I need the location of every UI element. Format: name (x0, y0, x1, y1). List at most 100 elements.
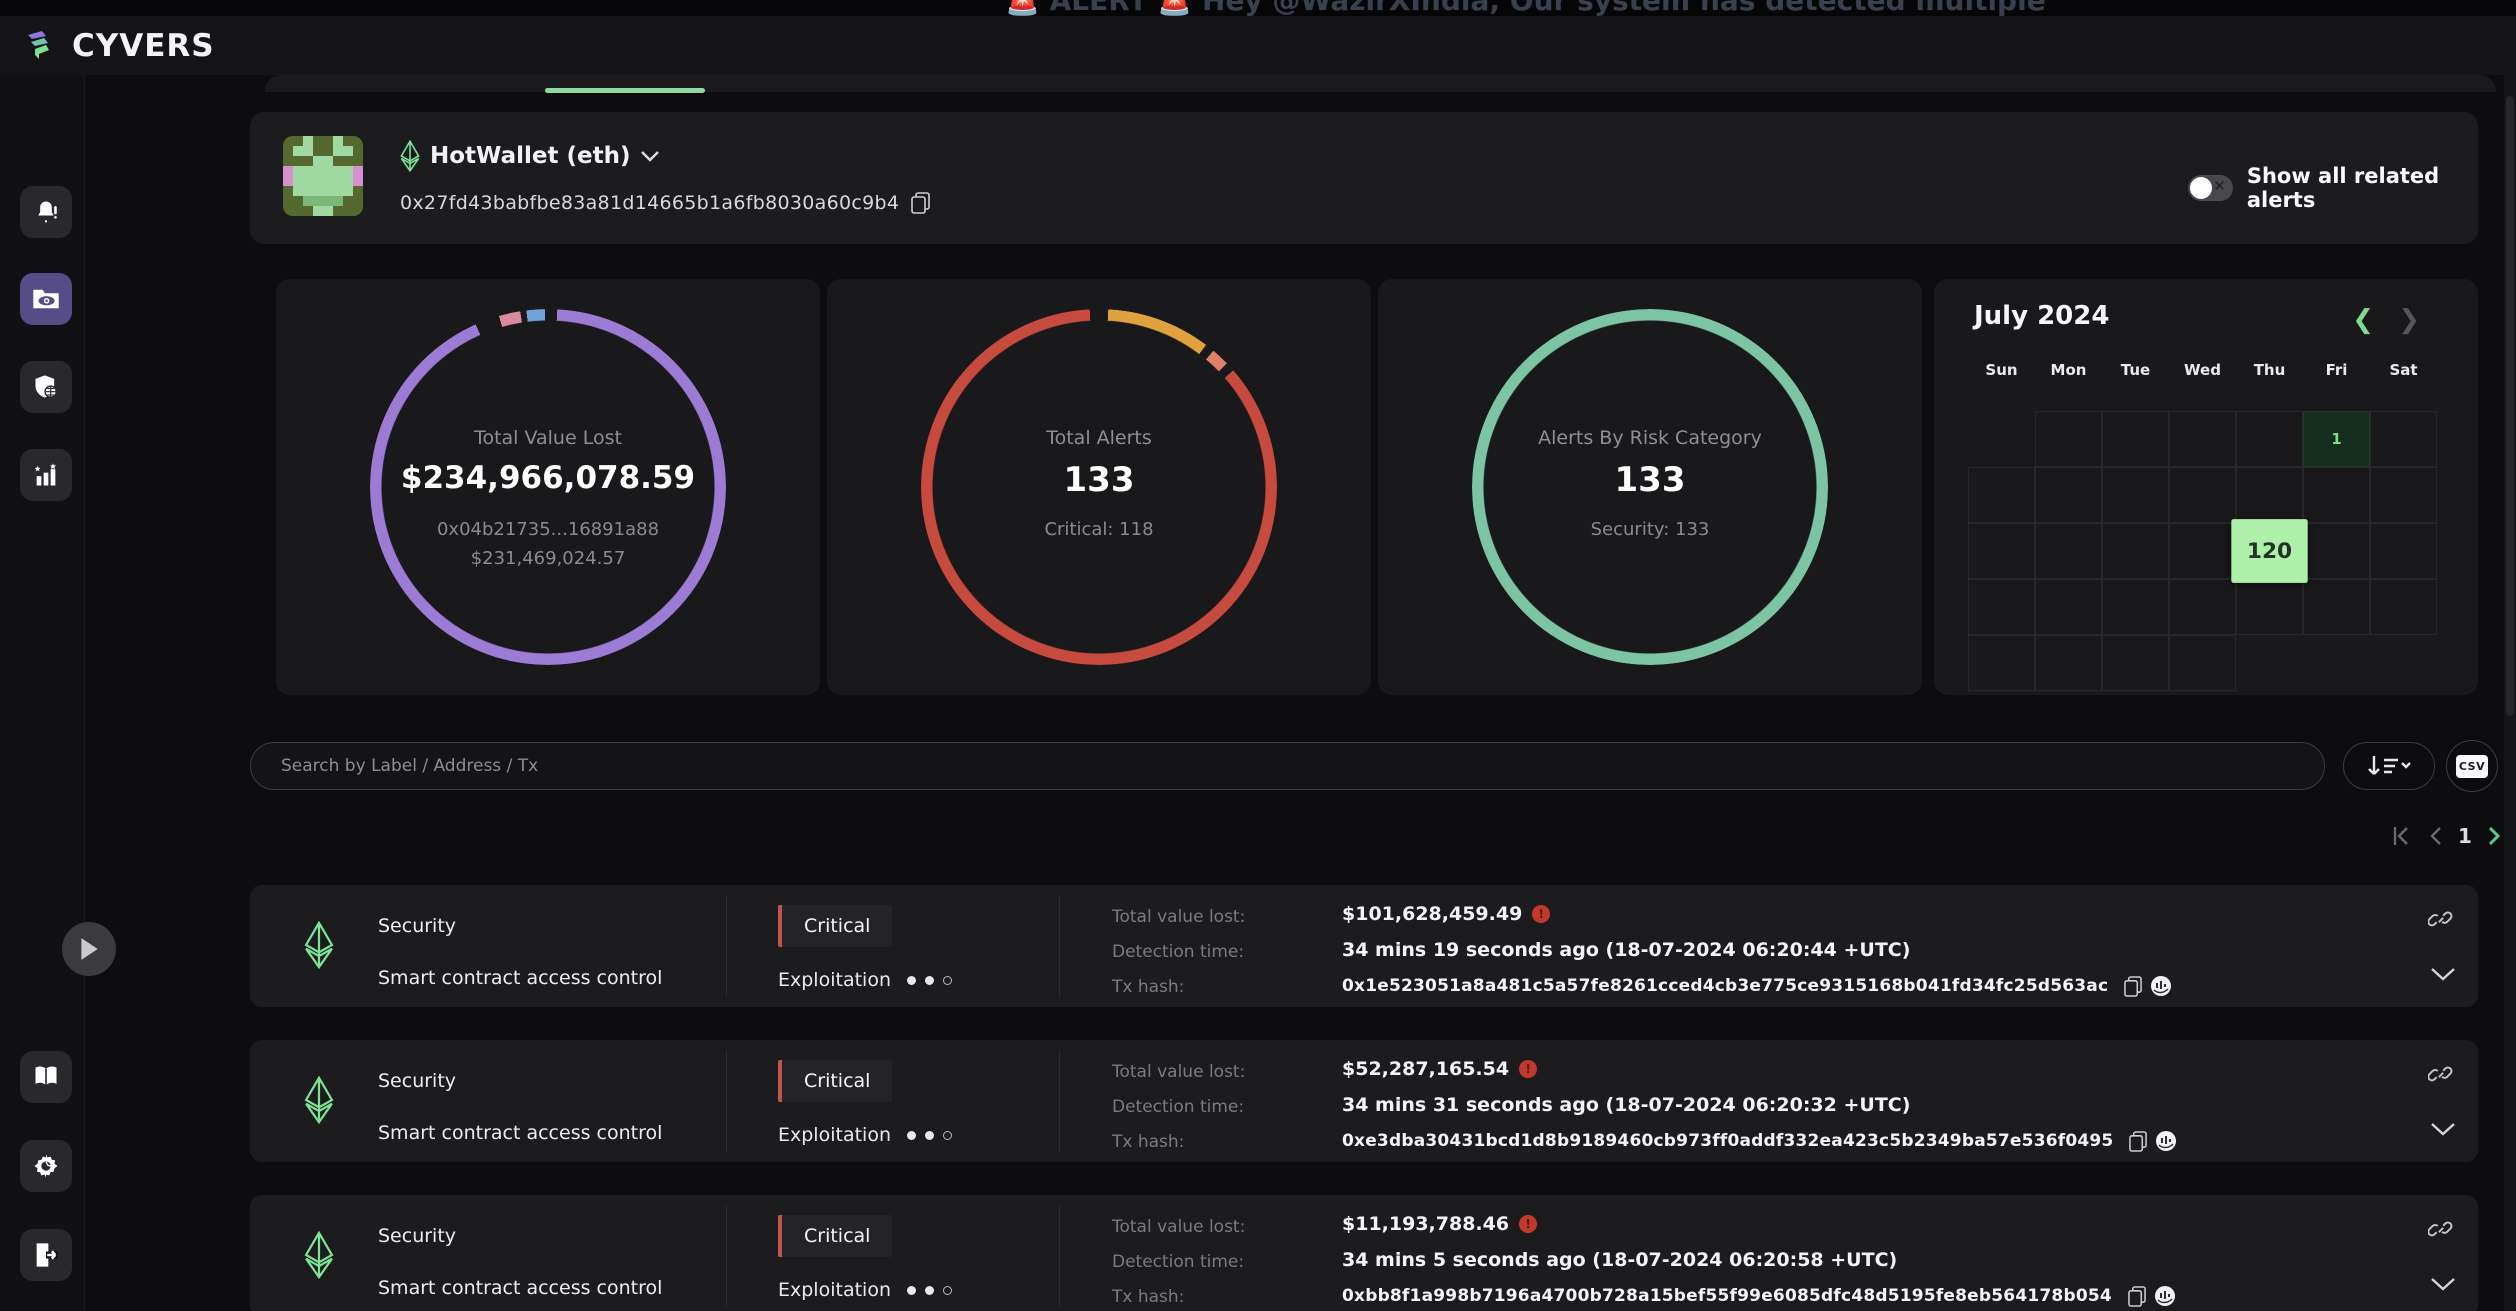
phase-dot (943, 1131, 952, 1140)
calendar-day-cell[interactable] (2169, 635, 2236, 691)
attack-phase: Exploitation (778, 1124, 952, 1146)
calendar-day-cell[interactable] (2303, 467, 2370, 523)
divider (1059, 1050, 1060, 1152)
search-input[interactable] (250, 742, 2325, 790)
tx-hash-label: Tx hash: (1112, 1132, 1184, 1152)
phase-dot (943, 1286, 952, 1295)
phase-dot (925, 1131, 934, 1140)
alert-permalink-button[interactable] (2428, 907, 2454, 937)
calendar-day-cell[interactable] (1968, 467, 2035, 523)
calendar-day-cell[interactable] (1968, 579, 2035, 635)
logout-icon (32, 1241, 60, 1269)
expand-chevron-icon[interactable] (2430, 967, 2456, 982)
stat-title: Total Value Lost (276, 427, 820, 449)
link-icon[interactable] (2428, 907, 2454, 933)
stat-subtext: Security: 133 (1378, 519, 1922, 540)
calendar-day-cell[interactable] (2169, 523, 2236, 579)
scrollbar-thumb[interactable] (2506, 96, 2514, 716)
alert-permalink-button[interactable] (2428, 1062, 2454, 1092)
copy-hash-icon[interactable] (2129, 1131, 2147, 1152)
calendar-day-cell[interactable] (2169, 579, 2236, 635)
calendar-day-header: Thu (2236, 361, 2303, 379)
sidebar-item-logout[interactable] (20, 1229, 72, 1281)
calendar-day-cell[interactable] (2035, 635, 2102, 691)
alert-row[interactable]: Security Smart contract access control C… (250, 1195, 2478, 1311)
play-walkthrough-button[interactable] (62, 922, 116, 976)
divider (726, 1050, 727, 1152)
copy-hash-icon[interactable] (2128, 1286, 2146, 1307)
calendar-next-icon[interactable]: ❯ (2398, 305, 2420, 335)
calendar-day-cell[interactable] (2169, 467, 2236, 523)
ethereum-icon (302, 1076, 336, 1124)
copy-hash-icon[interactable] (2124, 976, 2142, 997)
expand-chevron-icon[interactable] (2430, 1122, 2456, 1137)
ethereum-icon (400, 140, 420, 172)
etherscan-icon[interactable] (2155, 1130, 2177, 1152)
calendar-alert-day-cell[interactable]: 120 (2231, 519, 2307, 583)
calendar-day-cell[interactable] (2035, 523, 2102, 579)
show-related-alerts-toggle[interactable]: ✕ (2188, 175, 2233, 201)
alert-expand-button[interactable] (2430, 967, 2456, 986)
alert-expand-button[interactable] (2430, 1277, 2456, 1296)
calendar-day-cell[interactable] (2102, 411, 2169, 467)
alert-row[interactable]: Security Smart contract access control C… (250, 885, 2478, 1007)
wallet-header-card: HotWallet (eth) 0x27fd43babfbe83a81d1466… (250, 112, 2478, 244)
current-page[interactable]: 1 (2458, 824, 2472, 848)
calendar-alert-day-cell[interactable]: 1 (2303, 411, 2370, 467)
detection-time-label: Detection time: (1112, 1097, 1244, 1117)
alert-row[interactable]: Security Smart contract access control C… (250, 1040, 2478, 1162)
value-lost-label: Total value lost: (1112, 1217, 1245, 1237)
sidebar-item-protection[interactable] (20, 361, 72, 413)
sidebar-item-settings[interactable] (20, 1140, 72, 1192)
cyvers-logo[interactable]: CYVERS (22, 28, 215, 64)
copy-address-icon[interactable] (911, 192, 930, 214)
sidebar-item-alerts[interactable] (20, 186, 72, 238)
active-tab-indicator[interactable] (545, 88, 705, 93)
calendar-day-cell[interactable] (2303, 523, 2370, 579)
link-icon[interactable] (2428, 1062, 2454, 1088)
calendar-day-cell[interactable] (2169, 411, 2236, 467)
sidebar-item-leaderboard[interactable] (20, 449, 72, 501)
next-page-icon[interactable] (2488, 825, 2502, 847)
export-csv-button[interactable]: CSV (2446, 740, 2498, 792)
calendar-day-cell[interactable] (2370, 523, 2437, 579)
etherscan-icon[interactable] (2150, 975, 2172, 997)
prev-page-icon[interactable] (2428, 825, 2442, 847)
folder-eye-icon (31, 286, 61, 312)
calendar-day-cell[interactable] (2102, 467, 2169, 523)
calendar-day-cell[interactable] (2303, 579, 2370, 635)
sort-button[interactable] (2343, 742, 2435, 790)
calendar-day-cell[interactable] (2035, 411, 2102, 467)
calendar-day-cell[interactable] (2236, 579, 2303, 635)
calendar-day-cell[interactable] (1968, 635, 2035, 691)
alert-expand-button[interactable] (2430, 1122, 2456, 1141)
expand-chevron-icon[interactable] (2430, 1277, 2456, 1292)
stat-title: Total Alerts (827, 427, 1371, 449)
alert-permalink-button[interactable] (2428, 1217, 2454, 1247)
calendar-day-cell[interactable] (2236, 467, 2303, 523)
calendar-day-cell[interactable] (2236, 411, 2303, 467)
sidebar-item-docs[interactable] (20, 1051, 72, 1103)
scrollbar-track[interactable] (2504, 16, 2516, 1311)
calendar-day-cell[interactable] (1968, 523, 2035, 579)
calendar-day-cell[interactable] (2102, 523, 2169, 579)
first-page-icon[interactable] (2390, 825, 2412, 847)
etherscan-icon[interactable] (2154, 1285, 2176, 1307)
calendar-day-cell[interactable] (2035, 579, 2102, 635)
risk-alert-badge-icon: ! (1532, 905, 1550, 923)
calendar-day-cell[interactable] (2102, 635, 2169, 691)
calendar-day-cell[interactable] (2370, 579, 2437, 635)
detection-time: 34 mins 5 seconds ago (18-07-2024 06:20:… (1342, 1249, 1897, 1271)
calendar-prev-icon[interactable]: ❮ (2352, 305, 2374, 335)
chevron-down-icon[interactable] (640, 150, 660, 162)
sidebar-item-watchlist[interactable] (20, 273, 72, 325)
value-lost: $101,628,459.49! (1342, 903, 1550, 925)
calendar-day-cell[interactable] (2370, 467, 2437, 523)
calendar-day-cell[interactable] (2370, 411, 2437, 467)
link-icon[interactable] (2428, 1217, 2454, 1243)
tx-hash-label: Tx hash: (1112, 977, 1184, 997)
calendar-day-cell[interactable] (2102, 579, 2169, 635)
wallet-title-row[interactable]: HotWallet (eth) (400, 140, 660, 172)
calendar-day-cell[interactable] (2035, 467, 2102, 523)
stat-subtext-2: $231,469,024.57 (276, 548, 820, 569)
